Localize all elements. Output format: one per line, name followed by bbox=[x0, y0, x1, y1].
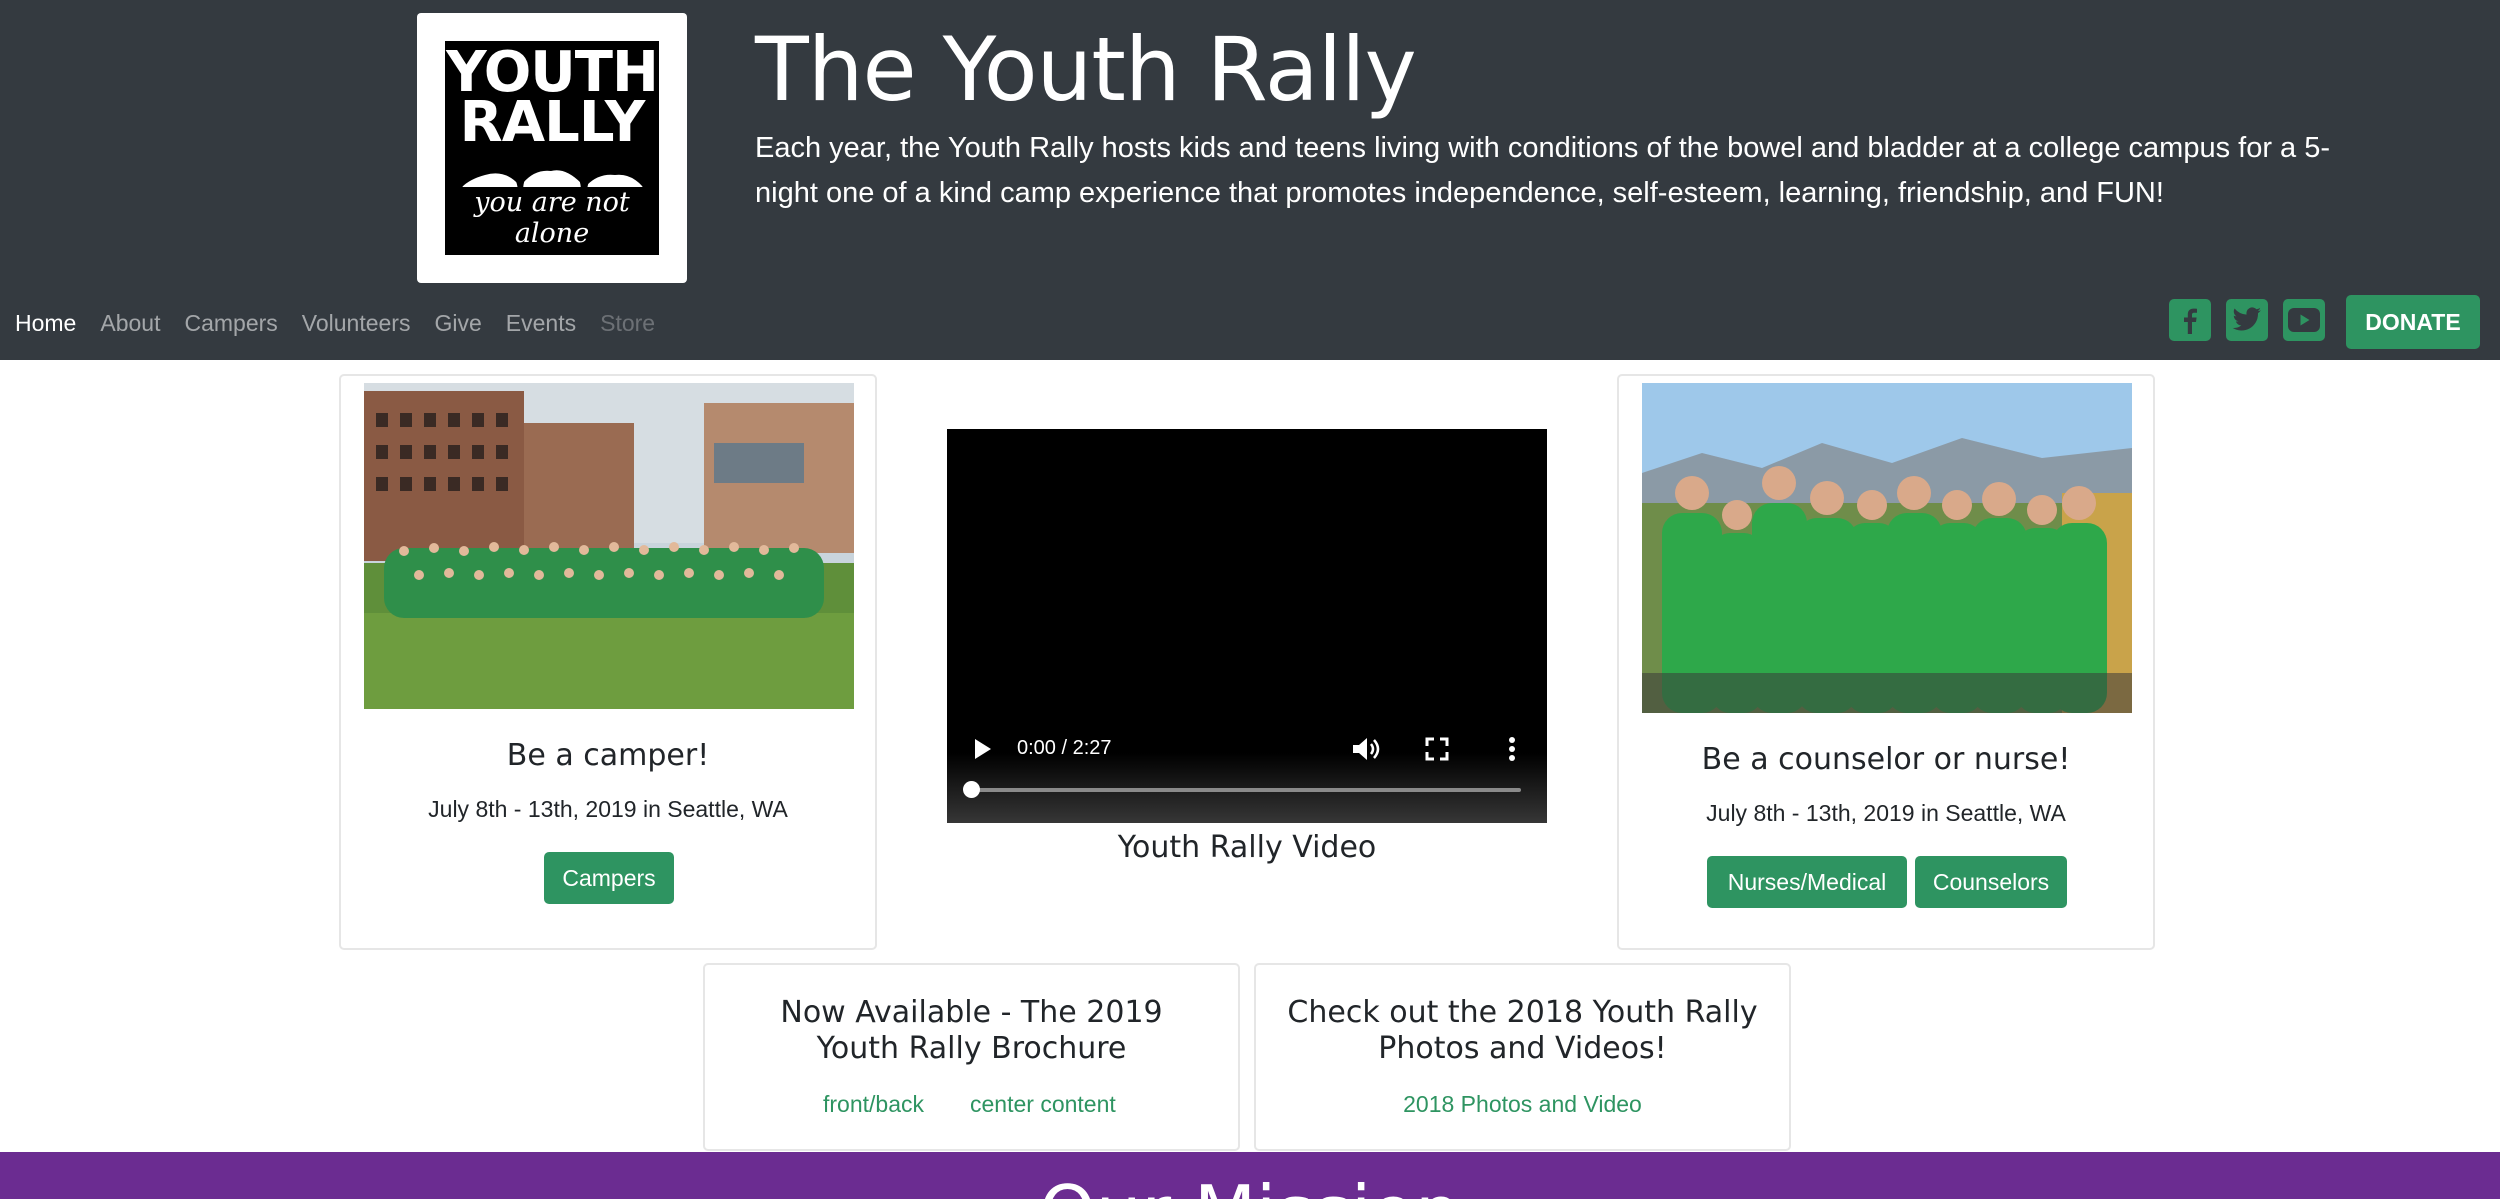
counselors-group-photo bbox=[1642, 383, 2132, 713]
site-logo[interactable]: YOUTH RALLY you are not alone bbox=[417, 13, 687, 283]
mission-heading: Our Mission bbox=[0, 1172, 2500, 1199]
video-caption: Youth Rally Video bbox=[1117, 830, 1377, 865]
video-progress-handle[interactable] bbox=[963, 781, 980, 798]
nav-volunteers[interactable]: Volunteers bbox=[302, 306, 411, 340]
youtube-icon[interactable] bbox=[2283, 299, 2325, 341]
counselor-card: Be a counselor or nurse! July 8th - 13th… bbox=[1617, 374, 2155, 950]
twitter-icon[interactable] bbox=[2226, 299, 2268, 341]
nav-give[interactable]: Give bbox=[434, 306, 481, 340]
video-progress-track[interactable] bbox=[973, 788, 1521, 792]
brochure-card: Now Available - The 2019 Youth Rally Bro… bbox=[703, 963, 1240, 1151]
camper-card-date: July 8th - 13th, 2019 in Seattle, WA bbox=[428, 796, 788, 822]
photos-title-line2: Photos and Videos! bbox=[1378, 1031, 1667, 1066]
brochure-title-line1: Now Available - The 2019 bbox=[780, 995, 1163, 1030]
counselor-card-title: Be a counselor or nurse! bbox=[1701, 742, 2071, 777]
nav-events[interactable]: Events bbox=[506, 306, 576, 340]
nav-store: Store bbox=[600, 310, 656, 336]
camper-card: Be a camper! July 8th - 13th, 2019 in Se… bbox=[339, 374, 877, 950]
play-icon[interactable] bbox=[973, 737, 993, 761]
counselor-card-date: July 8th - 13th, 2019 in Seattle, WA bbox=[1706, 800, 2066, 826]
mission-section: Our Mission bbox=[0, 1152, 2500, 1199]
photos-title-line1: Check out the 2018 Youth Rally bbox=[1287, 995, 1758, 1030]
campers-button[interactable]: Campers bbox=[544, 852, 674, 904]
photos-card: Check out the 2018 Youth Rally Photos an… bbox=[1254, 963, 1791, 1151]
logo-tagline: you are not alone bbox=[445, 187, 659, 249]
site-tagline: Each year, the Youth Rally hosts kids an… bbox=[755, 132, 2331, 209]
nav-about[interactable]: About bbox=[100, 306, 160, 340]
main-nav: Home About Campers Volunteers Give Event… bbox=[15, 306, 679, 340]
logo-mark: YOUTH RALLY you are not alone bbox=[445, 41, 659, 255]
donate-button[interactable]: DONATE bbox=[2346, 295, 2480, 349]
brochure-front-back-link[interactable]: front/back bbox=[823, 1091, 924, 1118]
counselors-button[interactable]: Counselors bbox=[1915, 856, 2067, 908]
camper-card-title: Be a camper! bbox=[506, 738, 710, 773]
campers-group-photo bbox=[364, 383, 854, 709]
more-options-icon[interactable] bbox=[1508, 736, 1516, 762]
brochure-title-line2: Youth Rally Brochure bbox=[816, 1031, 1127, 1066]
site-title: The Youth Rally bbox=[755, 18, 1417, 121]
nav-home[interactable]: Home bbox=[15, 306, 76, 340]
fullscreen-icon[interactable] bbox=[1425, 737, 1449, 761]
youth-rally-video-player[interactable]: 0:00 / 2:27 bbox=[947, 429, 1547, 823]
photos-and-video-link[interactable]: 2018 Photos and Video bbox=[1256, 1091, 1789, 1118]
logo-text-bottom: RALLY bbox=[459, 90, 646, 155]
nav-campers[interactable]: Campers bbox=[184, 306, 277, 340]
facebook-icon[interactable] bbox=[2169, 299, 2211, 341]
site-header: YOUTH RALLY you are not alone The Youth … bbox=[0, 0, 2500, 360]
nurses-medical-button[interactable]: Nurses/Medical bbox=[1707, 856, 1907, 908]
volume-icon[interactable] bbox=[1351, 736, 1381, 762]
brochure-center-content-link[interactable]: center content bbox=[970, 1091, 1116, 1118]
video-time: 0:00 / 2:27 bbox=[1017, 737, 1112, 759]
